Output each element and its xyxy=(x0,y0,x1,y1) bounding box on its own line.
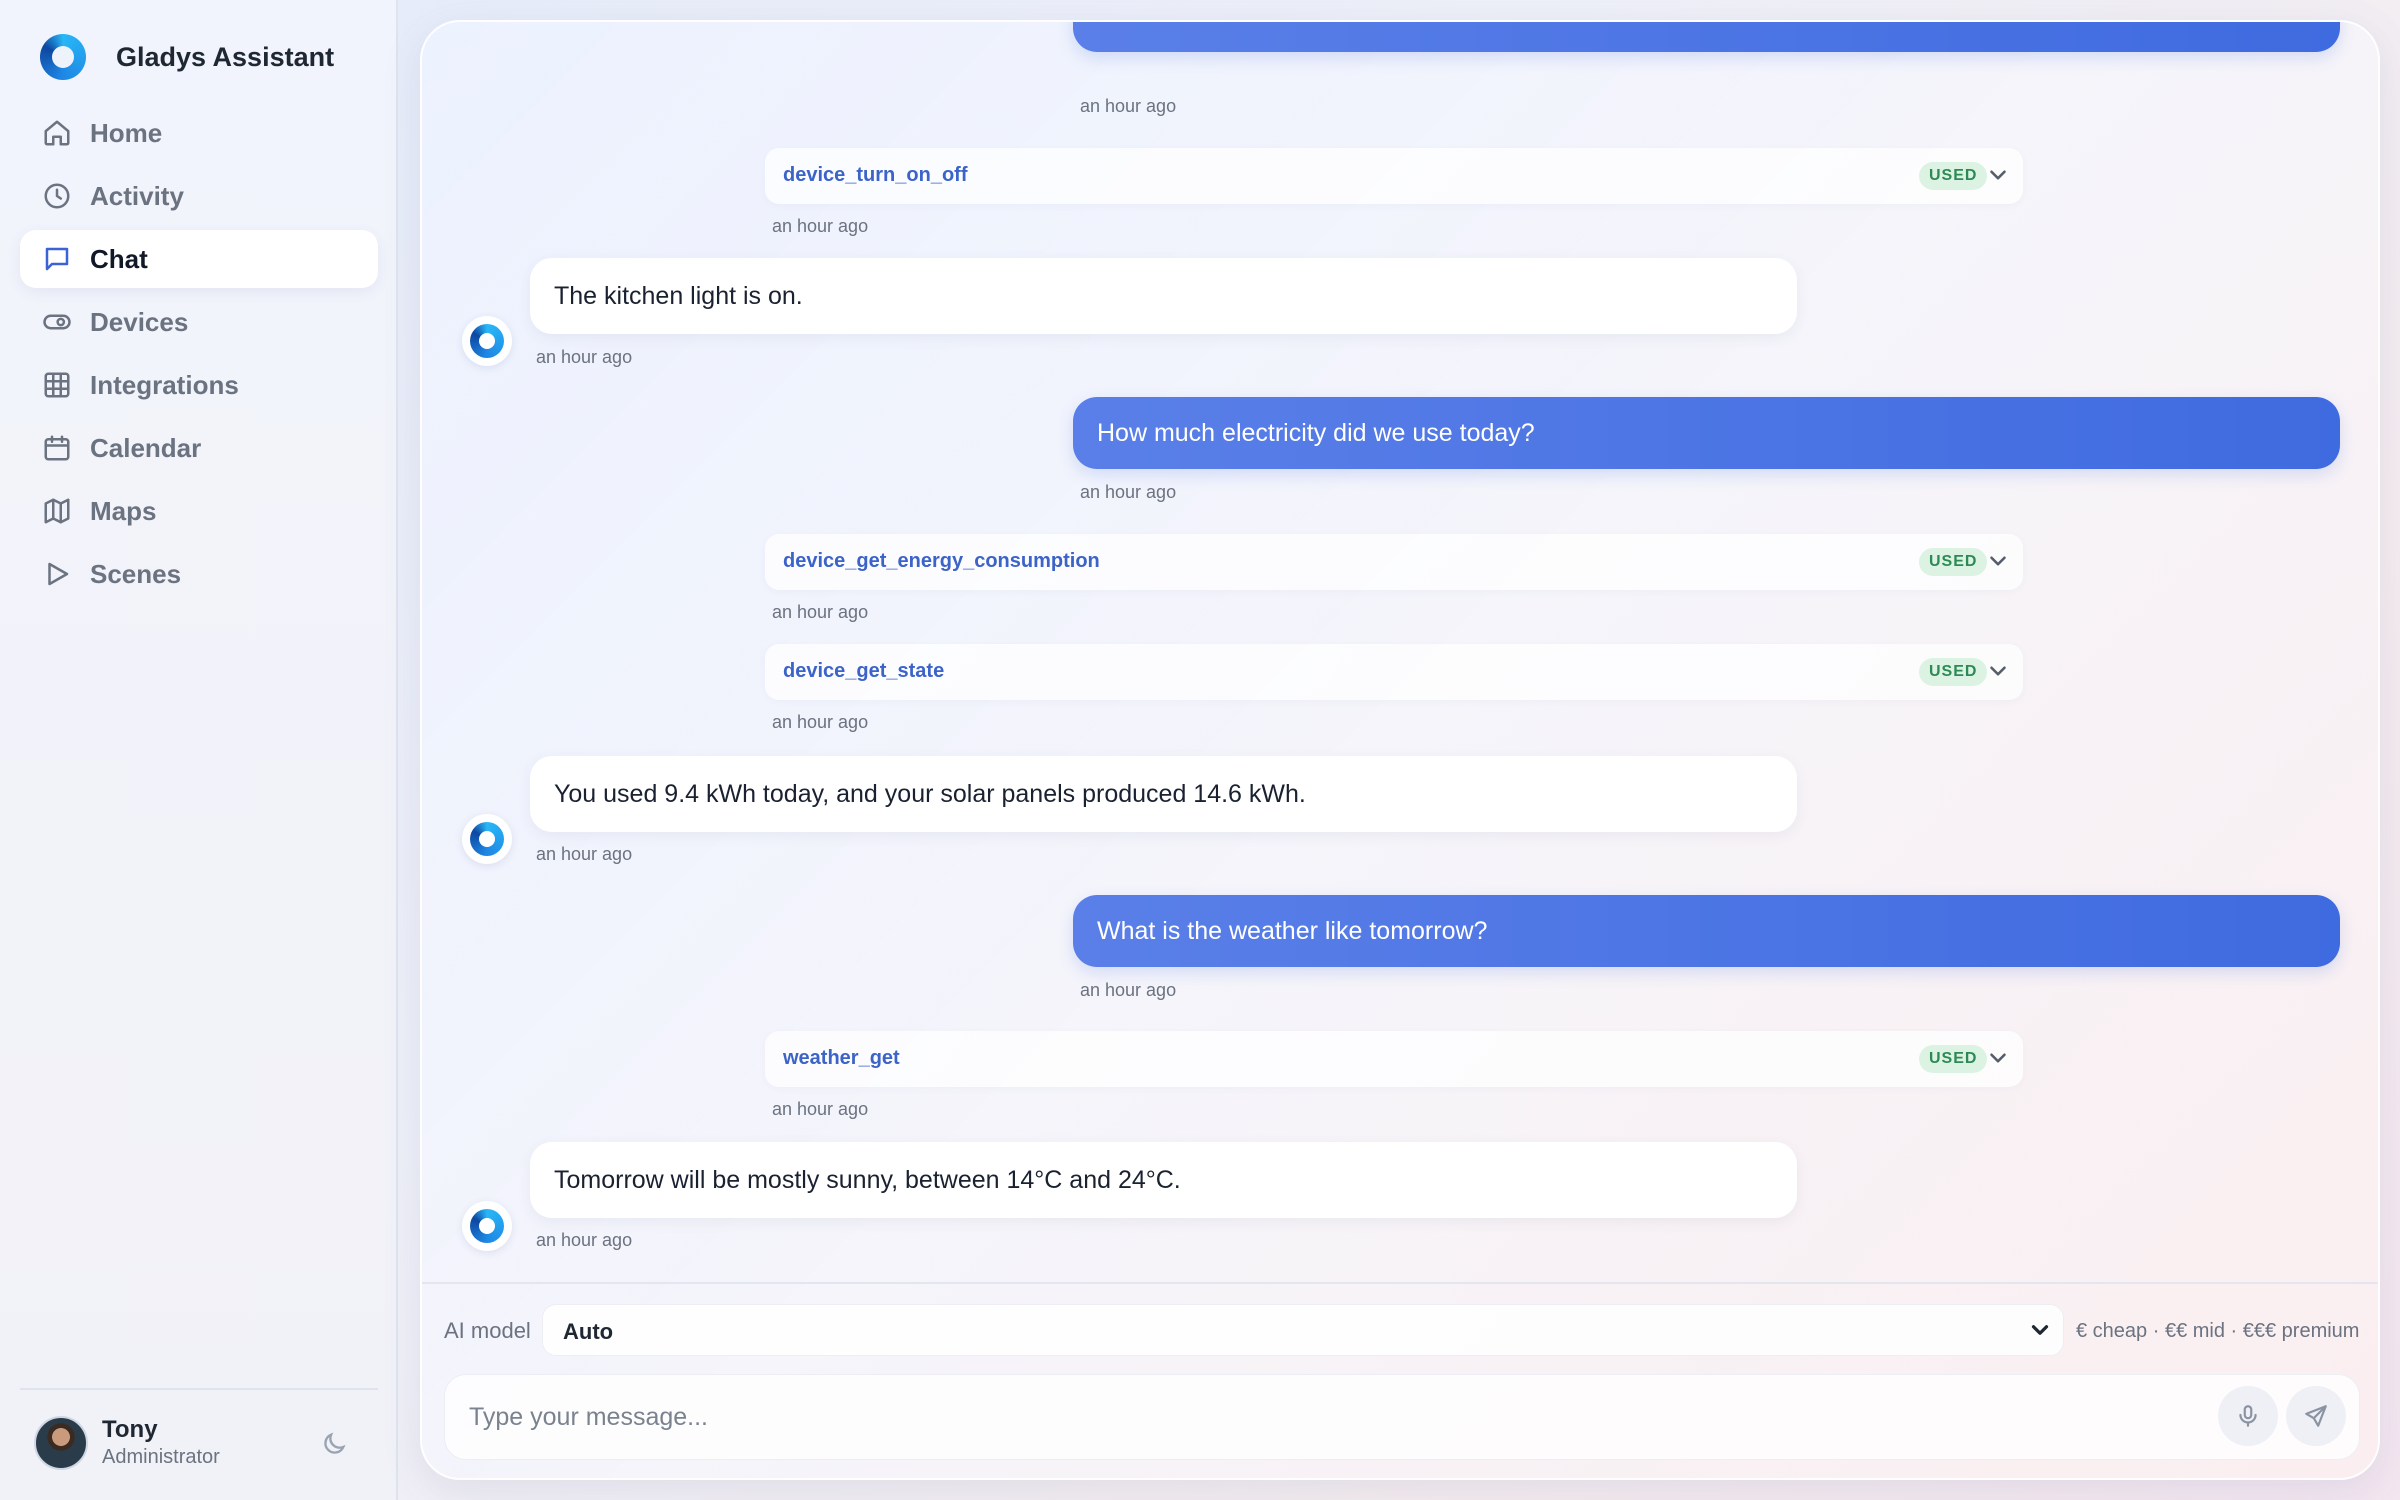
tool-call-card[interactable]: device_get_state USED xyxy=(765,644,2023,700)
tool-call-card[interactable]: weather_get USED xyxy=(765,1031,2023,1087)
tool-name: weather_get xyxy=(783,1047,900,1069)
tool-timestamp: an hour ago xyxy=(772,602,869,622)
user-message xyxy=(1073,22,2340,52)
sidebar-item-integrations[interactable]: Integrations xyxy=(20,356,378,414)
sidebar-item-label: Chat xyxy=(90,243,148,274)
app-name: Gladys Assistant xyxy=(116,41,335,72)
avatar[interactable] xyxy=(34,1416,88,1470)
assistant-avatar-icon xyxy=(462,814,512,864)
message-timestamp: an hour ago xyxy=(536,347,633,367)
user-message: What is the weather like tomorrow? xyxy=(1073,895,2340,967)
sidebar-item-calendar[interactable]: Calendar xyxy=(20,419,378,477)
sidebar: Gladys Assistant Home Activity Chat Devi… xyxy=(0,0,398,1500)
chevron-down-icon[interactable] xyxy=(1985,548,2011,574)
sidebar-item-devices[interactable]: Devices xyxy=(20,293,378,351)
sidebar-item-label: Calendar xyxy=(90,432,202,463)
model-price-hint: € cheap · €€ mid · €€€ premium xyxy=(2076,1320,2360,1342)
tool-name: device_turn_on_off xyxy=(783,164,968,186)
sidebar-item-label: Maps xyxy=(90,495,157,526)
tool-name: device_get_energy_consumption xyxy=(783,550,1100,572)
message-timestamp: an hour ago xyxy=(1080,482,1177,502)
play-icon xyxy=(48,562,69,586)
microphone-icon xyxy=(2239,1405,2257,1427)
message-timestamp: an hour ago xyxy=(1080,980,1177,1000)
assistant-message: Tomorrow will be mostly sunny, between 1… xyxy=(530,1142,1797,1218)
model-value: Auto xyxy=(563,1319,614,1344)
tool-call-card[interactable]: device_get_energy_consumption USED xyxy=(765,534,2023,590)
microphone-button[interactable] xyxy=(2218,1386,2278,1446)
message-icon xyxy=(45,247,69,271)
message-input[interactable] xyxy=(444,1374,2360,1460)
send-button[interactable] xyxy=(2286,1386,2346,1446)
sidebar-item-label: Scenes xyxy=(90,558,182,589)
tool-call-card[interactable]: device_turn_on_off USED xyxy=(765,148,2023,204)
sidebar-nav: Home Activity Chat Devices Integrations … xyxy=(20,104,378,608)
theme-toggle-button[interactable] xyxy=(320,1430,348,1458)
tool-timestamp: an hour ago xyxy=(772,1099,869,1119)
calendar-icon xyxy=(44,435,70,461)
sidebar-item-label: Activity xyxy=(90,180,184,211)
composer-divider xyxy=(422,1282,2378,1284)
chevron-down-icon[interactable] xyxy=(1985,1045,2011,1071)
user-role: Administrator xyxy=(102,1446,220,1468)
sidebar-item-home[interactable]: Home xyxy=(20,104,378,162)
sidebar-item-chat[interactable]: Chat xyxy=(20,230,378,288)
assistant-message: You used 9.4 kWh today, and your solar p… xyxy=(530,756,1797,832)
clock-icon xyxy=(44,183,70,209)
home-icon xyxy=(44,120,70,146)
assistant-message: The kitchen light is on. xyxy=(530,258,1797,334)
status-badge: USED xyxy=(1919,548,1988,576)
tool-name: device_get_state xyxy=(783,660,945,682)
model-label: AI model xyxy=(444,1318,531,1343)
sidebar-item-activity[interactable]: Activity xyxy=(20,167,378,225)
user-name: Tony xyxy=(102,1416,158,1443)
chevron-down-icon xyxy=(2027,1317,2053,1343)
model-select[interactable]: Auto xyxy=(542,1304,2064,1356)
chat-panel: an hour ago device_turn_on_off USED an h… xyxy=(420,20,2380,1480)
chevron-down-icon[interactable] xyxy=(1985,162,2011,188)
message-timestamp: an hour ago xyxy=(536,844,633,864)
sidebar-item-scenes[interactable]: Scenes xyxy=(20,545,378,603)
status-badge: USED xyxy=(1919,1045,1988,1073)
message-timestamp: an hour ago xyxy=(536,1230,633,1250)
map-icon xyxy=(44,498,70,524)
sidebar-item-label: Integrations xyxy=(90,369,239,400)
chevron-down-icon[interactable] xyxy=(1985,658,2011,684)
sidebar-item-label: Devices xyxy=(90,306,189,337)
assistant-avatar-icon xyxy=(462,1201,512,1251)
tool-timestamp: an hour ago xyxy=(772,216,869,236)
status-badge: USED xyxy=(1919,162,1988,190)
tool-timestamp: an hour ago xyxy=(772,712,869,732)
assistant-avatar-icon xyxy=(462,316,512,366)
message-timestamp: an hour ago xyxy=(1080,96,1177,116)
user-profile: Tony Administrator xyxy=(20,1388,378,1500)
status-badge: USED xyxy=(1919,658,1988,686)
toggle-icon xyxy=(43,314,71,330)
grid-icon xyxy=(44,372,70,398)
sidebar-item-maps[interactable]: Maps xyxy=(20,482,378,540)
send-icon xyxy=(2305,1405,2327,1427)
user-message: How much electricity did we use today? xyxy=(1073,397,2340,469)
gladys-logo-icon xyxy=(40,34,86,80)
moon-icon xyxy=(324,1432,346,1454)
brand[interactable]: Gladys Assistant xyxy=(40,34,334,80)
sidebar-item-label: Home xyxy=(90,117,163,148)
